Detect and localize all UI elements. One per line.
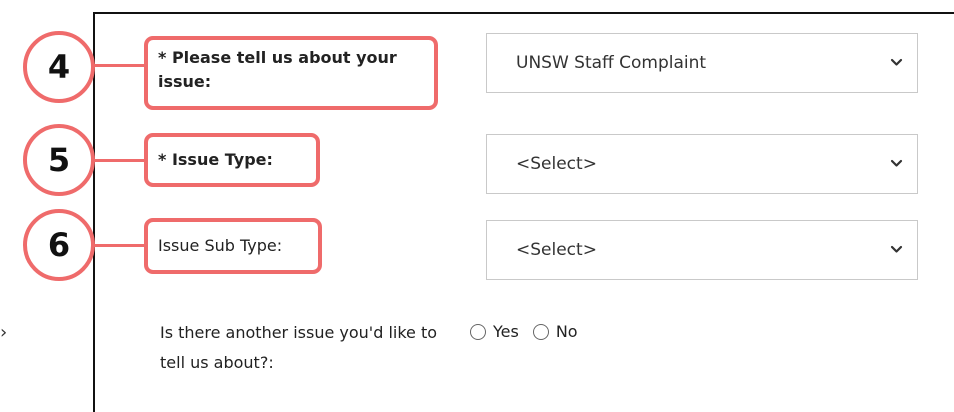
issue-sub-type-select-value: <Select> [516,240,597,260]
issue-label: * Please tell us about your issue: [144,36,438,110]
edge-mark: › [0,322,8,343]
issue-sub-type-label: Issue Sub Type: [144,218,322,274]
issue-type-select[interactable]: <Select> [486,134,918,194]
chevron-down-icon [890,245,903,253]
issue-select[interactable]: UNSW Staff Complaint [486,33,918,93]
issue-type-label: * Issue Type: [144,133,320,187]
radio-yes[interactable] [470,323,486,340]
callout-4: 4 [23,31,95,103]
callout-5: 5 [23,124,95,196]
radio-yes-label[interactable]: Yes [493,322,519,341]
another-issue-question: Is there another issue you'd like to tel… [160,323,438,372]
issue-type-select-value: <Select> [516,154,597,174]
callout-connector [88,64,144,67]
another-issue-radio-group: Yes No [470,322,592,341]
chevron-down-icon [890,58,903,66]
issue-sub-type-select[interactable]: <Select> [486,220,918,280]
issue-select-value: UNSW Staff Complaint [516,53,707,73]
radio-no[interactable] [532,323,549,340]
radio-no-label[interactable]: No [556,322,578,341]
callout-connector [88,244,144,247]
callout-6: 6 [23,209,95,281]
chevron-down-icon [890,159,903,167]
callout-connector [88,159,144,162]
